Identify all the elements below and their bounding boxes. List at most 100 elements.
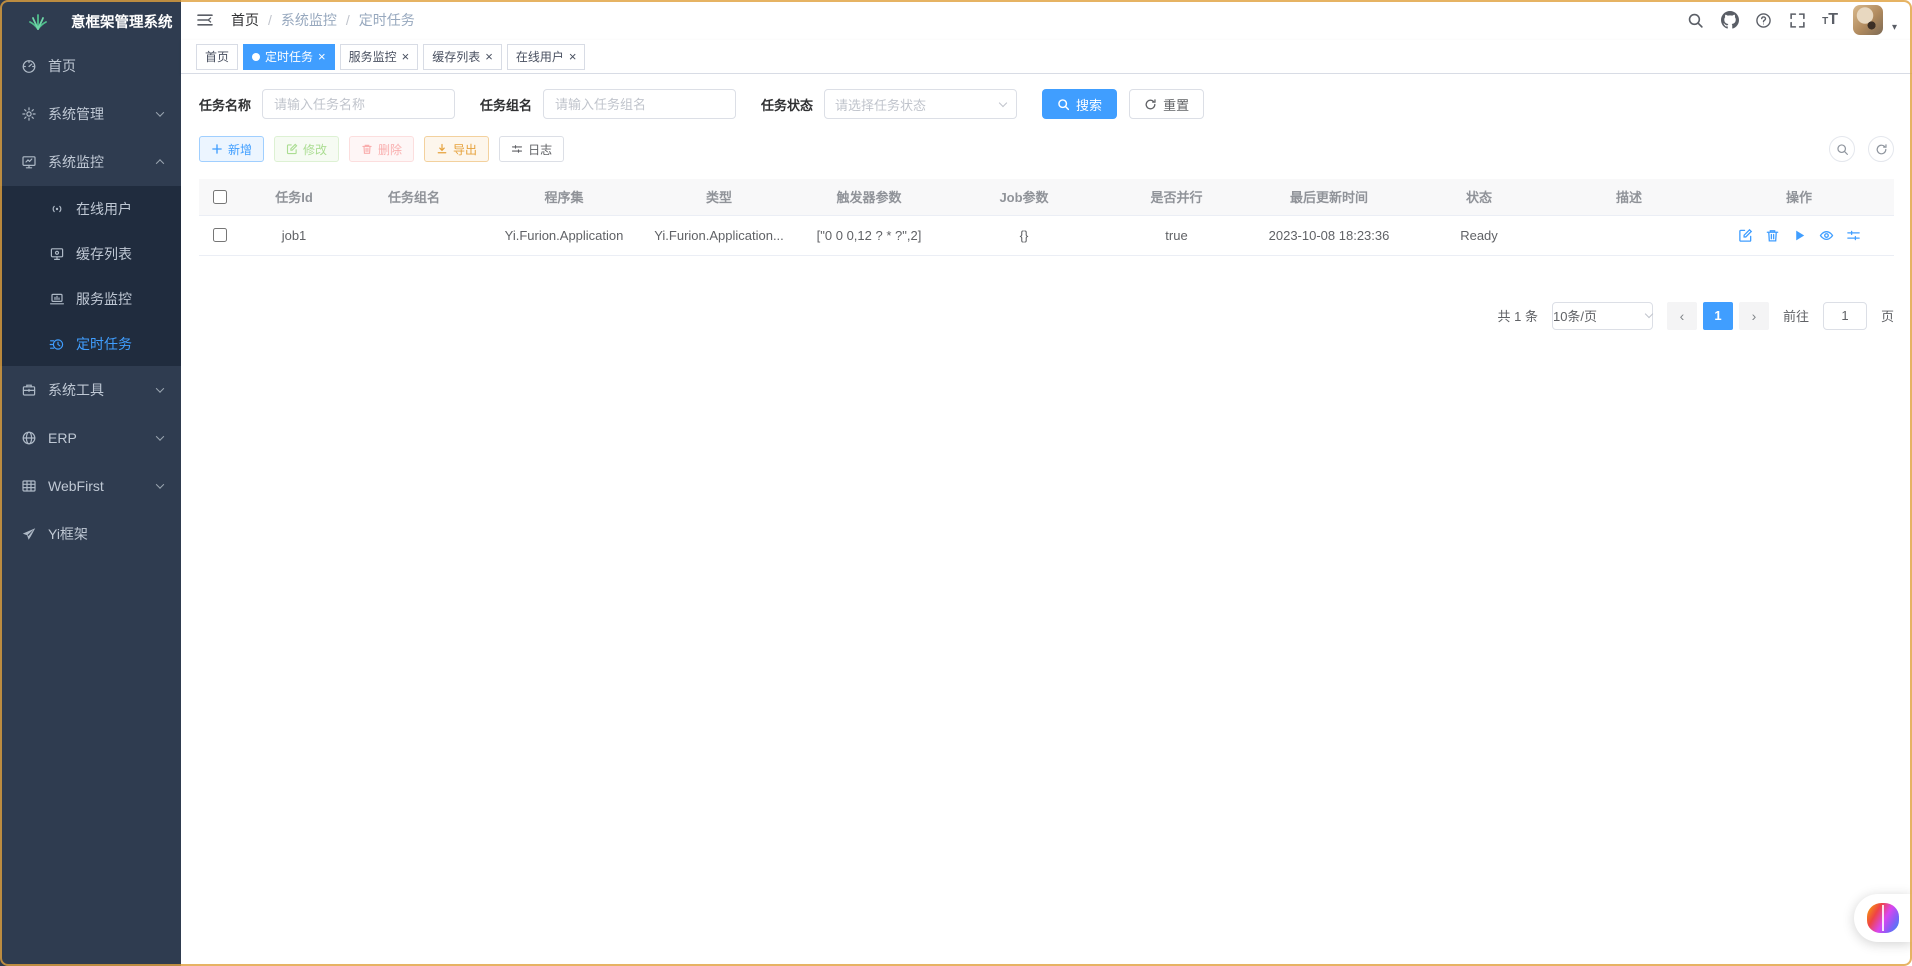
sidebar-item-label: WebFirst bbox=[48, 478, 104, 494]
table-row[interactable]: job1 Yi.Furion.Application Yi.Furion.App… bbox=[199, 215, 1894, 255]
sidebar-item-system-monitor[interactable]: 系统监控 bbox=[0, 138, 181, 186]
sidebar-item-cache-list[interactable]: 缓存列表 bbox=[0, 231, 181, 276]
trash-icon bbox=[361, 143, 373, 155]
row-view-icon[interactable] bbox=[1819, 228, 1834, 243]
row-checkbox[interactable] bbox=[213, 228, 227, 242]
font-size-icon[interactable]: TT bbox=[1822, 11, 1838, 29]
download-icon bbox=[436, 143, 448, 155]
gear-icon bbox=[20, 106, 37, 123]
sidebar-item-online-users[interactable]: 在线用户 bbox=[0, 186, 181, 231]
github-icon[interactable] bbox=[1720, 11, 1739, 30]
goto-page-input[interactable] bbox=[1823, 302, 1867, 330]
task-name-input[interactable] bbox=[262, 89, 455, 119]
sidebar-item-label: 系统监控 bbox=[48, 152, 104, 172]
sidebar-item-system-tools[interactable]: 系统工具 bbox=[0, 366, 181, 414]
search-button[interactable]: 搜索 bbox=[1042, 89, 1117, 119]
timer-icon bbox=[48, 335, 65, 352]
task-status-select[interactable]: 请选择任务状态 bbox=[824, 89, 1017, 119]
edit-button[interactable]: 修改 bbox=[274, 136, 339, 162]
fullscreen-icon[interactable] bbox=[1788, 11, 1807, 30]
chevron-down-icon bbox=[1645, 310, 1653, 318]
chevron-down-icon bbox=[999, 98, 1007, 106]
table-header-row: 任务Id 任务组名 程序集 类型 触发器参数 Job参数 是否并行 最后更新时间… bbox=[199, 179, 1894, 215]
page-number-button[interactable]: 1 bbox=[1703, 302, 1733, 330]
cell-type: Yi.Furion.Application... bbox=[649, 215, 789, 255]
row-run-icon[interactable] bbox=[1792, 228, 1807, 243]
sidebar-item-yi-framework[interactable]: Yi框架 bbox=[0, 510, 181, 558]
help-icon[interactable] bbox=[1754, 11, 1773, 30]
edit-icon bbox=[286, 143, 298, 155]
breadcrumb-separator: / bbox=[346, 12, 350, 28]
main-panel: 首页 / 系统监控 / 定时任务 bbox=[181, 0, 1912, 966]
task-group-input[interactable] bbox=[543, 89, 736, 119]
show-search-button[interactable] bbox=[1829, 136, 1855, 162]
breadcrumb-item-monitor[interactable]: 系统监控 bbox=[281, 10, 337, 30]
tab-label: 定时任务 bbox=[265, 48, 313, 65]
cell-assembly: Yi.Furion.Application bbox=[479, 215, 649, 255]
col-task-id: 任务Id bbox=[239, 179, 349, 215]
tab-online-users[interactable]: 在线用户 × bbox=[507, 44, 586, 70]
col-actions: 操作 bbox=[1704, 179, 1894, 215]
active-dot-icon bbox=[252, 53, 260, 61]
search-icon[interactable] bbox=[1686, 11, 1705, 30]
filter-task-name: 任务名称 bbox=[199, 89, 455, 119]
refresh-table-button[interactable] bbox=[1868, 136, 1894, 162]
close-icon[interactable]: × bbox=[485, 50, 493, 63]
reset-button[interactable]: 重置 bbox=[1129, 89, 1204, 119]
assistant-fab[interactable] bbox=[1854, 894, 1912, 942]
tab-label: 在线用户 bbox=[516, 48, 564, 65]
tab-home[interactable]: 首页 bbox=[196, 44, 238, 70]
plus-icon bbox=[211, 143, 223, 155]
tasks-table: 任务Id 任务组名 程序集 类型 触发器参数 Job参数 是否并行 最后更新时间… bbox=[199, 179, 1894, 256]
toolbox-icon bbox=[20, 382, 37, 399]
log-button[interactable]: 日志 bbox=[499, 136, 564, 162]
navbar-actions: TT ▾ bbox=[1686, 5, 1897, 35]
caret-down-icon[interactable]: ▾ bbox=[1892, 22, 1897, 33]
sidebar-item-system-mgmt[interactable]: 系统管理 bbox=[0, 90, 181, 138]
page-size-select[interactable]: 10条/页 bbox=[1552, 302, 1653, 330]
sidebar-item-service-monitor[interactable]: 服务监控 bbox=[0, 276, 181, 321]
cell-updated-at: 2023-10-08 18:23:36 bbox=[1254, 215, 1404, 255]
delete-button[interactable]: 删除 bbox=[349, 136, 414, 162]
close-icon[interactable]: × bbox=[402, 50, 410, 63]
row-delete-icon[interactable] bbox=[1765, 228, 1780, 243]
tab-scheduled-tasks[interactable]: 定时任务 × bbox=[243, 44, 335, 70]
tab-cache-list[interactable]: 缓存列表 × bbox=[423, 44, 502, 70]
sidebar-menu: 首页 系统管理 系统监控 bbox=[0, 42, 181, 558]
cell-task-group bbox=[349, 215, 479, 255]
tab-label: 服务监控 bbox=[349, 48, 397, 65]
close-icon[interactable]: × bbox=[569, 50, 577, 63]
app-title: 意框架管理系统 bbox=[71, 11, 173, 32]
sidebar-item-scheduled-tasks[interactable]: 定时任务 bbox=[0, 321, 181, 366]
select-all-checkbox[interactable] bbox=[213, 190, 227, 204]
close-icon[interactable]: × bbox=[318, 50, 326, 63]
top-navbar: 首页 / 系统监控 / 定时任务 bbox=[181, 0, 1912, 40]
sidebar-item-label: 在线用户 bbox=[76, 199, 132, 219]
sidebar-item-webfirst[interactable]: WebFirst bbox=[0, 462, 181, 510]
logo[interactable]: 意框架管理系统 bbox=[0, 0, 181, 42]
cell-trigger-params: ["0 0 0,12 ? * ?",2] bbox=[789, 215, 949, 255]
cell-description bbox=[1554, 215, 1704, 255]
sidebar-item-label: 缓存列表 bbox=[76, 244, 132, 264]
next-page-button[interactable]: › bbox=[1739, 302, 1769, 330]
breadcrumb-item-home[interactable]: 首页 bbox=[231, 10, 259, 30]
goto-label: 前往 bbox=[1783, 306, 1809, 325]
sidebar-item-home[interactable]: 首页 bbox=[0, 42, 181, 90]
sidebar-item-erp[interactable]: ERP bbox=[0, 414, 181, 462]
sidebar-item-label: 系统管理 bbox=[48, 104, 104, 124]
export-button[interactable]: 导出 bbox=[424, 136, 489, 162]
add-button[interactable]: 新增 bbox=[199, 136, 264, 162]
font-size-large-glyph: T bbox=[1828, 11, 1838, 29]
tab-bar: 首页 定时任务 × 服务监控 × 缓存列表 × 在线用户 × bbox=[181, 40, 1912, 74]
avatar[interactable] bbox=[1853, 5, 1883, 35]
prev-page-button[interactable]: ‹ bbox=[1667, 302, 1697, 330]
col-job-params: Job参数 bbox=[949, 179, 1099, 215]
tab-service-monitor[interactable]: 服务监控 × bbox=[340, 44, 419, 70]
pagination: 共 1 条 10条/页 ‹ 1 › 前往 页 bbox=[199, 302, 1894, 330]
cell-status: Ready bbox=[1404, 215, 1554, 255]
row-settings-icon[interactable] bbox=[1846, 228, 1861, 243]
row-edit-icon[interactable] bbox=[1738, 228, 1753, 243]
pager: ‹ 1 › bbox=[1667, 302, 1769, 330]
sidebar-toggle-icon[interactable] bbox=[196, 10, 216, 30]
sidebar-item-label: Yi框架 bbox=[48, 524, 88, 544]
